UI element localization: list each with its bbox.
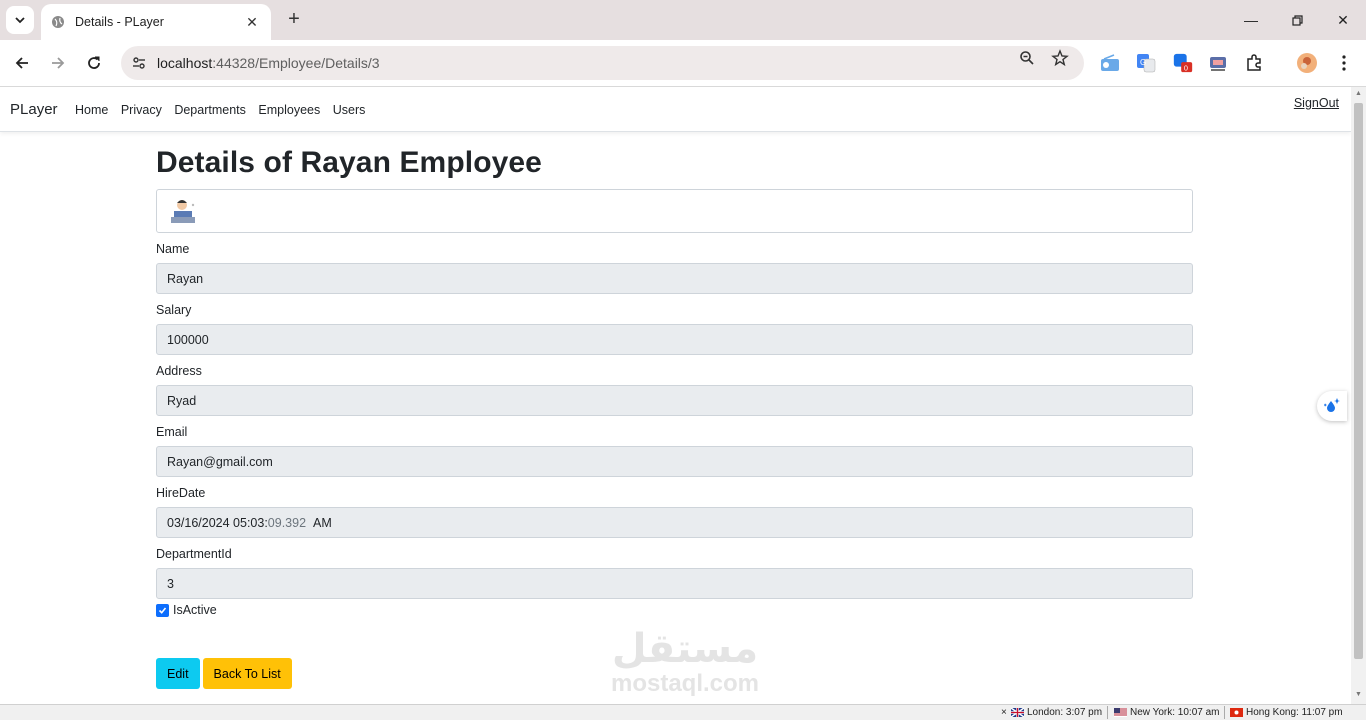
nav-link-privacy[interactable]: Privacy xyxy=(121,103,162,117)
sparkle-drop-icon xyxy=(1324,398,1340,412)
browser-tab[interactable]: Details - PLayer ✕ xyxy=(41,4,271,40)
globe-icon xyxy=(52,16,64,28)
close-window-icon[interactable]: ✕ xyxy=(1320,6,1366,34)
scroll-thumb[interactable] xyxy=(1354,103,1363,659)
back-icon[interactable] xyxy=(9,50,35,76)
isactive-row: IsActive xyxy=(156,603,1193,617)
details-content: Details of Rayan Employee Name Rayan Sal… xyxy=(156,145,1193,617)
page-title: Details of Rayan Employee xyxy=(156,146,542,179)
zoom-icon[interactable] xyxy=(1017,48,1037,68)
tab-search-button[interactable] xyxy=(6,6,34,34)
clock-new-york-text: New York: 10:07 am xyxy=(1130,707,1220,718)
hiredate-label: HireDate xyxy=(156,486,206,500)
nav-link-employees[interactable]: Employees xyxy=(258,103,320,117)
statusbar-divider xyxy=(1107,706,1108,719)
nav-links: Home Privacy Departments Employees Users xyxy=(75,103,378,117)
svg-text:0: 0 xyxy=(1184,63,1188,72)
clock-london: London: 3:07 pm xyxy=(1011,707,1102,718)
google-translate-icon[interactable]: G xyxy=(1135,52,1157,74)
back-to-list-button[interactable]: Back To List xyxy=(202,658,292,689)
clock-statusbar: × London: 3:07 pm New York: 10:07 am Hon… xyxy=(0,704,1366,720)
chevron-down-icon xyxy=(15,17,25,24)
name-label: Name xyxy=(156,242,190,256)
sidebar-assistant-button[interactable] xyxy=(1317,391,1347,421)
minimize-icon[interactable]: — xyxy=(1228,6,1274,34)
menu-kebab-icon[interactable] xyxy=(1333,52,1355,74)
clock-hong-kong: Hong Kong: 11:07 pm xyxy=(1230,707,1343,718)
reload-icon[interactable] xyxy=(81,50,107,76)
profile-avatar[interactable] xyxy=(1296,52,1318,74)
name-field[interactable]: Rayan xyxy=(156,263,1193,294)
tab-close-icon[interactable]: ✕ xyxy=(243,14,261,31)
url-text: localhost:44328/Employee/Details/3 xyxy=(157,55,380,71)
hiredate-ms: 09.392 xyxy=(267,515,307,530)
site-settings-icon[interactable] xyxy=(131,55,147,71)
uk-flag-icon xyxy=(1011,708,1024,717)
tab-title: Details - PLayer xyxy=(75,15,164,29)
nav-link-home[interactable]: Home xyxy=(75,103,108,117)
salary-label: Salary xyxy=(156,303,192,317)
salary-field[interactable]: 100000 xyxy=(156,324,1193,355)
statusbar-divider xyxy=(1224,706,1225,719)
hk-flag-icon xyxy=(1230,708,1243,717)
department-label: DepartmentId xyxy=(156,547,232,561)
department-field[interactable]: 3 xyxy=(156,568,1193,599)
extension-badge-icon[interactable]: 0 xyxy=(1172,52,1194,74)
navbar-brand[interactable]: PLayer xyxy=(10,101,58,118)
signout-link[interactable]: SignOut xyxy=(1294,96,1339,110)
nav-link-users[interactable]: Users xyxy=(333,103,366,117)
address-field[interactable]: Ryad xyxy=(156,385,1193,416)
clock-hong-kong-text: Hong Kong: 11:07 pm xyxy=(1246,707,1343,718)
new-tab-icon[interactable]: + xyxy=(283,8,305,32)
nav-link-departments[interactable]: Departments xyxy=(174,103,246,117)
employee-image-box xyxy=(156,189,1193,233)
checkmark-icon xyxy=(158,606,167,614)
svg-text:G: G xyxy=(1140,58,1146,67)
employee-avatar-image xyxy=(171,200,195,223)
hiredate-main: 03/16/2024 05:03: xyxy=(167,515,268,530)
watermark-arabic: مستقل xyxy=(611,626,759,672)
us-flag-icon xyxy=(1114,708,1127,717)
clock-new-york: New York: 10:07 am xyxy=(1114,707,1220,718)
hiredate-ampm: AM xyxy=(312,515,332,530)
extension-radio-icon[interactable] xyxy=(1099,52,1121,74)
statusbar-close-icon[interactable]: × xyxy=(1001,707,1007,718)
extensions-puzzle-icon[interactable] xyxy=(1243,52,1265,74)
clock-london-text: London: 3:07 pm xyxy=(1027,707,1103,718)
restore-icon[interactable] xyxy=(1274,6,1320,34)
forward-icon[interactable] xyxy=(45,50,71,76)
scroll-up-icon[interactable]: ▲ xyxy=(1354,90,1363,100)
isactive-checkbox[interactable] xyxy=(156,603,169,617)
page-scrollbar[interactable]: ▲ ▼ xyxy=(1351,87,1366,704)
hiredate-field[interactable]: 03/16/2024 05:03: 09.392 AM xyxy=(156,507,1193,538)
isactive-label: IsActive xyxy=(173,603,217,617)
mostaql-watermark: مستقل mostaql.com xyxy=(600,627,770,697)
bookmark-star-icon[interactable] xyxy=(1050,48,1070,68)
email-field[interactable]: Rayan@gmail.com xyxy=(156,446,1193,477)
action-buttons: Edit Back To List xyxy=(156,658,292,689)
site-navbar: PLayer Home Privacy Departments Employee… xyxy=(0,87,1351,132)
scroll-down-icon[interactable]: ▼ xyxy=(1354,691,1363,701)
address-bar[interactable]: localhost:44328/Employee/Details/3 xyxy=(121,46,1084,80)
extension-screen-icon[interactable] xyxy=(1207,52,1229,74)
address-label: Address xyxy=(156,364,202,378)
page-viewport: PLayer Home Privacy Departments Employee… xyxy=(0,87,1351,704)
browser-toolbar: localhost:44328/Employee/Details/3 G 0 xyxy=(0,40,1366,87)
email-label: Email xyxy=(156,425,188,439)
edit-button[interactable]: Edit xyxy=(156,658,200,689)
tab-strip: Details - PLayer ✕ + — ✕ xyxy=(0,0,1366,40)
watermark-latin: mostaql.com xyxy=(610,670,760,697)
